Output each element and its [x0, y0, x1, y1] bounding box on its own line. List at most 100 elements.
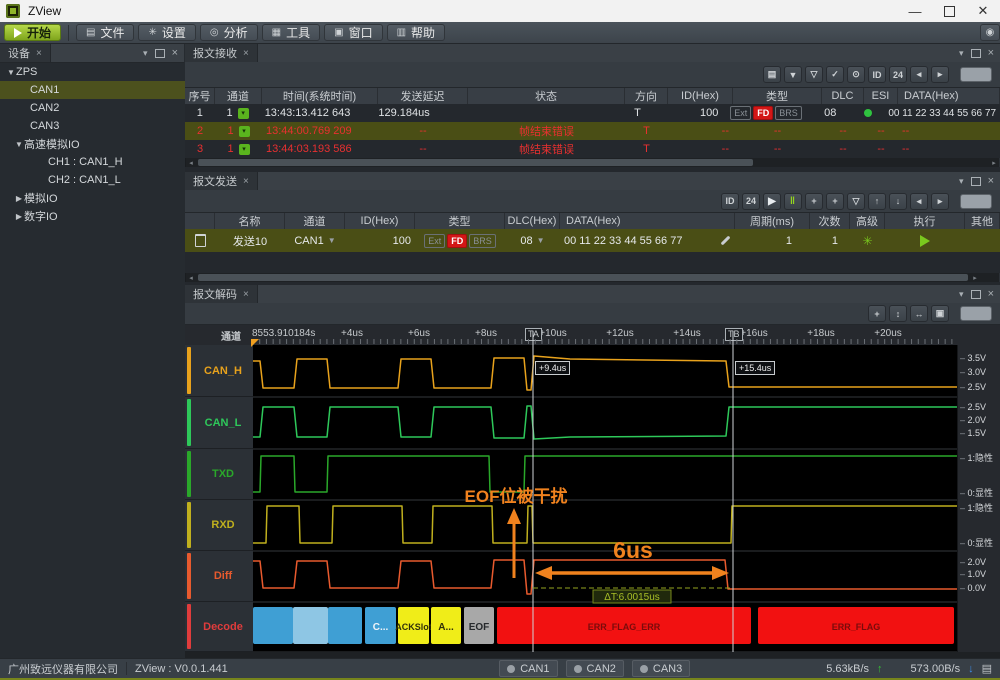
panel-menu-icon[interactable]: ▾ [959, 176, 964, 187]
brs-badge[interactable]: BRS [469, 234, 496, 248]
tools-button[interactable]: ▦工具 [262, 24, 320, 41]
analysis-button[interactable]: ◎分析 [200, 24, 258, 41]
stop-display-button[interactable] [960, 194, 992, 209]
scroll-left-icon[interactable]: ◂ [186, 159, 196, 167]
can3-status-button[interactable]: CAN3 [632, 660, 690, 677]
timestamp-icon[interactable]: 24 [742, 193, 760, 210]
settings-button[interactable]: ✳设置 [138, 24, 195, 41]
scroll-left-icon[interactable]: ◂ [186, 274, 196, 282]
pane-right-icon[interactable]: ▸ [931, 193, 949, 210]
col-dlc[interactable]: DLC [822, 88, 864, 104]
col-exec[interactable]: 执行 [885, 213, 965, 229]
tree-item-can3[interactable]: CAN3 [0, 117, 185, 135]
scroll-thumb[interactable] [198, 159, 753, 166]
screenshot-button[interactable]: ◉ [980, 24, 1000, 41]
col-data[interactable]: DATA(Hex) [898, 88, 1000, 104]
trash-icon[interactable] [195, 234, 206, 247]
tab-send[interactable]: 报文发送× [185, 172, 258, 190]
col-seq[interactable]: 序号 [185, 88, 215, 104]
panel-menu-icon[interactable]: ▾ [143, 48, 148, 59]
channel-label-decode[interactable]: Decode [185, 602, 253, 652]
clear-icon[interactable]: ▼ [784, 66, 802, 83]
panel-menu-icon[interactable]: ▾ [959, 48, 964, 59]
maximize-button[interactable] [932, 0, 966, 22]
channel-label-can_l[interactable]: CAN_L [185, 397, 253, 449]
tab-close-icon[interactable]: × [36, 48, 42, 59]
send-row[interactable]: 发送10 CAN1▼ 100 Ext FD BRS 08▼ 00 11 22 3… [185, 229, 1000, 252]
id-format-icon[interactable]: ID [721, 193, 739, 210]
execute-play-icon[interactable] [920, 235, 930, 247]
scroll-lock-icon[interactable]: ✓ [826, 66, 844, 83]
id-field[interactable]: 100 [345, 229, 415, 252]
stop-display-button[interactable] [960, 306, 992, 321]
pane-left-icon[interactable]: ◂ [910, 193, 928, 210]
table-row[interactable]: 1 1 ▾ 13:43:13.412 643 129.184us T 100 E… [185, 104, 1000, 122]
panel-float-icon[interactable] [971, 177, 981, 186]
time-axis[interactable]: 通道 8553.910184s +4us+6us+8us+10us+12us+1… [185, 325, 1000, 345]
col-dlc[interactable]: DLC(Hex) [505, 213, 560, 229]
tree-item-analog-io[interactable]: ▶模拟IO [0, 189, 185, 207]
file-button[interactable]: ▤文件 [76, 24, 134, 41]
channel-label-rxd[interactable]: RXD [185, 500, 253, 551]
fd-badge[interactable]: FD [447, 234, 467, 248]
pane-left-icon[interactable]: ◂ [910, 66, 928, 83]
col-chan[interactable]: 通道 [285, 213, 345, 229]
fit-vertical-icon[interactable]: ↕ [889, 305, 907, 322]
table-row[interactable]: 2 1 ▾ 13:44:00.769 209 -- 帧结束错误 T -- -- … [185, 122, 1000, 140]
channel-label-txd[interactable]: TXD [185, 449, 253, 500]
tab-device[interactable]: 设备× [0, 44, 51, 62]
cursor-tag-TA[interactable]: TA [525, 328, 542, 341]
col-id[interactable]: ID(Hex) [668, 88, 733, 104]
fit-horizontal-icon[interactable]: ↔ [910, 305, 928, 322]
waveform-plot[interactable] [253, 345, 957, 652]
send-hscrollbar[interactable]: ◂ ▸ [186, 273, 999, 282]
col-dir[interactable]: 方向 [625, 88, 668, 104]
col-esi[interactable]: ESI [864, 88, 898, 104]
play-icon[interactable]: ▶ [763, 193, 781, 210]
add-cursor-icon[interactable]: + [868, 305, 886, 322]
id-format-icon[interactable]: ID [868, 66, 886, 83]
col-period[interactable]: 周期(ms) [735, 213, 810, 229]
pane-right-icon[interactable]: ▸ [931, 66, 949, 83]
col-delay[interactable]: 发送延迟 [378, 88, 468, 104]
stop-display-button[interactable] [960, 67, 992, 82]
wrench-icon[interactable] [721, 236, 731, 246]
col-data[interactable]: DATA(Hex) [560, 213, 735, 229]
cursor-tag-TB[interactable]: TB [725, 328, 743, 341]
tree-item-digital-io[interactable]: ▶数字IO [0, 207, 185, 225]
timestamp-icon[interactable]: 24 [889, 66, 907, 83]
col-chan[interactable]: 通道 [215, 88, 262, 104]
panel-menu-icon[interactable]: ▾ [959, 289, 964, 300]
add-frame-icon[interactable]: + [805, 193, 823, 210]
panel-close-icon[interactable]: × [172, 47, 178, 59]
clock-icon[interactable]: ⊙ [847, 66, 865, 83]
col-name[interactable]: 名称 [215, 213, 285, 229]
filter-icon[interactable]: ▽ [805, 66, 823, 83]
dlc-select[interactable]: 08▼ [505, 229, 560, 252]
count-field[interactable]: 1 [810, 229, 850, 252]
ext-badge[interactable]: Ext [424, 234, 445, 248]
tab-close-icon[interactable]: × [243, 48, 249, 59]
scroll-right-icon[interactable]: ▸ [989, 159, 999, 167]
minimize-button[interactable]: — [898, 0, 932, 22]
tree-item-ch1[interactable]: CH1 : CAN1_H [0, 153, 185, 171]
export-icon[interactable]: ▣ [931, 305, 949, 322]
start-button[interactable]: 开始 [4, 24, 61, 41]
panel-close-icon[interactable]: × [988, 47, 994, 59]
table-row[interactable]: 3 1 ▾ 13:44:03.193 586 -- 帧结束错误 T -- -- … [185, 140, 1000, 158]
can1-status-button[interactable]: CAN1 [499, 660, 557, 677]
tree-item-ch2[interactable]: CH2 : CAN1_L [0, 171, 185, 189]
pause-icon[interactable]: ‖ [784, 193, 802, 210]
move-down-icon[interactable]: ↓ [889, 193, 907, 210]
col-count[interactable]: 次数 [810, 213, 850, 229]
save-icon[interactable]: ▤ [763, 66, 781, 83]
tab-receive[interactable]: 报文接收× [185, 44, 258, 62]
data-field[interactable]: 00 11 22 33 44 55 66 77 [560, 229, 735, 252]
move-up-icon[interactable]: ↑ [868, 193, 886, 210]
channel-select[interactable]: CAN1▼ [285, 229, 345, 252]
panel-float-icon[interactable] [971, 49, 981, 58]
col-adv[interactable]: 高级 [850, 213, 885, 229]
tree-item-hs-analog-io[interactable]: ▼高速模拟IO [0, 135, 185, 153]
receive-hscrollbar[interactable]: ◂ ▸ [186, 158, 999, 167]
advanced-gear-icon[interactable]: ✳ [862, 234, 872, 248]
